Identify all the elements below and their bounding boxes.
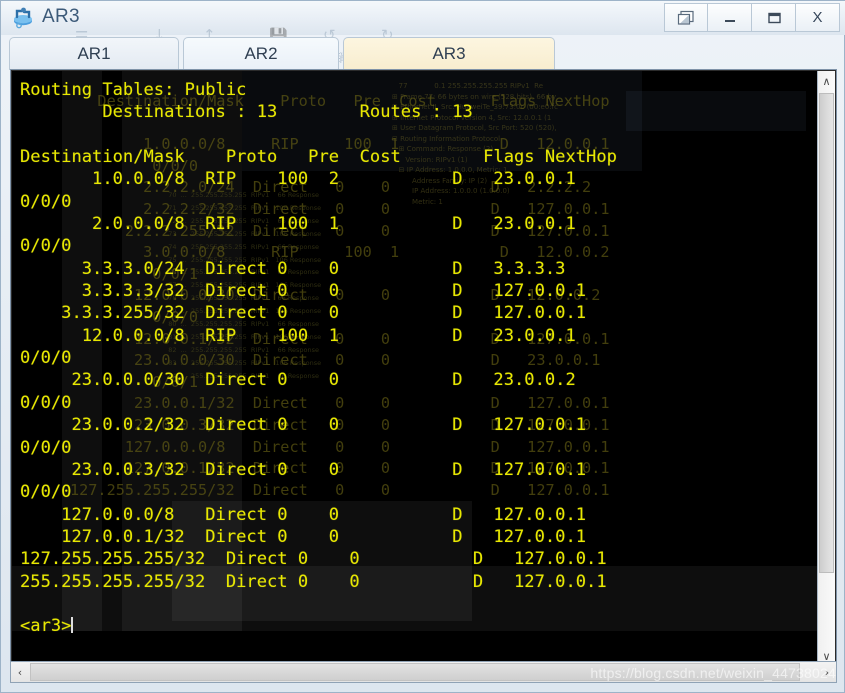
terminal-frame: Destination/Mask Proto Pre Cost Flags Ne… bbox=[10, 69, 837, 667]
table-row: 3.3.3.3/32 Direct 0 0 D 127.0.0.1 bbox=[20, 281, 586, 301]
route-line-10: 127.0.0.1/32 Direct 0 0 D 127.0.0.1 bbox=[20, 526, 587, 547]
route-line-9: 127.0.0.0/8 Direct 0 0 D 127.0.0.1 bbox=[20, 504, 587, 525]
route-line-3: 3.3.3.3/32 Direct 0 0 D 127.0.0.1 bbox=[20, 281, 587, 302]
terminal-horizontal-scrollbar[interactable]: ‹ › bbox=[10, 661, 837, 683]
minimize-button[interactable] bbox=[708, 3, 752, 32]
table-row: 127.0.0.1/32 Direct 0 0 D 127.0.0.1 bbox=[20, 527, 586, 547]
routing-table-summary: Destinations : 13 Routes : 13 bbox=[20, 102, 473, 123]
tab-ar1[interactable]: AR1 bbox=[9, 37, 179, 70]
tab-ar2[interactable]: AR2 bbox=[183, 37, 339, 70]
maximize-button[interactable] bbox=[752, 3, 796, 32]
scroll-left-icon[interactable]: ‹ bbox=[11, 662, 29, 682]
route-line-4: 3.3.3.255/32 Direct 0 0 D 127.0.0.1 bbox=[20, 303, 587, 324]
route-interface-0: 0/0/0 bbox=[20, 191, 72, 212]
tab-ar2-label: AR2 bbox=[244, 44, 278, 63]
window-controls: X bbox=[664, 3, 840, 32]
route-line-2: 3.3.3.0/24 Direct 0 0 D 3.3.3.3 bbox=[20, 258, 566, 279]
route-line-7: 23.0.0.2/32 Direct 0 0 D 127.0.0.1 bbox=[20, 415, 587, 436]
route-line-11: 127.255.255.255/32 Direct 0 0 D 127.0.0.… bbox=[20, 549, 607, 570]
table-row: 3.3.3.0/24 Direct 0 0 D 3.3.3.3 bbox=[20, 258, 566, 279]
route-interface-8: 0/0/0 bbox=[20, 482, 72, 503]
table-row: 127.0.0.0/8 Direct 0 0 D 127.0.0.1 bbox=[20, 505, 586, 525]
routing-table-text: Routing Tables: Public Destinations : 13… bbox=[20, 79, 819, 667]
terminal-output[interactable]: Destination/Mask Proto Pre Cost Flags Ne… bbox=[12, 71, 819, 667]
ar3-console-window: AR3 X ↓ ↑ 💾 ↺ ↻ AR1 AR2 AR3 Destination/… bbox=[0, 0, 845, 693]
table-row: 23.0.0.2/32 Direct 0 0 D 127.0.0.1 0/0/0 bbox=[20, 415, 586, 457]
route-line-12: 255.255.255.255/32 Direct 0 0 D 127.0.0.… bbox=[20, 571, 607, 592]
route-interface-6: 0/0/0 bbox=[20, 392, 72, 413]
close-icon: X bbox=[812, 9, 823, 26]
device-tab-strip: AR1 AR2 AR3 bbox=[1, 34, 845, 70]
routing-table-title: Routing Tables: Public bbox=[20, 80, 247, 100]
route-line-0: 1.0.0.0/8 RIP 100 2 D 23.0.0.1 bbox=[20, 169, 576, 190]
table-row: 3.3.3.255/32 Direct 0 0 D 127.0.0.1 bbox=[20, 303, 586, 323]
router-icon bbox=[9, 3, 37, 31]
scroll-up-icon[interactable]: ∧ bbox=[818, 71, 835, 92]
route-interface-1: 0/0/0 bbox=[20, 236, 72, 257]
table-row: 1.0.0.0/8 RIP 100 2 D 23.0.0.1 0/0/0 bbox=[20, 169, 576, 211]
table-row: 255.255.255.255/32 Direct 0 0 D 127.0.0.… bbox=[20, 572, 607, 592]
table-row: 127.255.255.255/32 Direct 0 0 D 127.0.0.… bbox=[20, 549, 607, 569]
text-caret bbox=[71, 617, 74, 634]
horizontal-scroll-thumb[interactable] bbox=[30, 663, 800, 681]
table-row: 23.0.0.3/32 Direct 0 0 D 127.0.0.1 0/0/0 bbox=[20, 460, 586, 502]
title-bar: AR3 X bbox=[1, 1, 845, 35]
tab-ar1-label: AR1 bbox=[77, 44, 111, 63]
table-row: 12.0.0.0/8 RIP 100 1 D 23.0.0.1 0/0/0 bbox=[20, 326, 576, 368]
tab-ar3-label: AR3 bbox=[432, 44, 466, 63]
route-line-8: 23.0.0.3/32 Direct 0 0 D 127.0.0.1 bbox=[20, 459, 587, 480]
scroll-right-icon[interactable]: › bbox=[818, 662, 836, 682]
route-line-5: 12.0.0.0/8 RIP 100 1 D 23.0.0.1 bbox=[20, 325, 576, 346]
table-row: 2.0.0.0/8 RIP 100 1 D 23.0.0.1 0/0/0 bbox=[20, 214, 576, 256]
route-line-6: 23.0.0.0/30 Direct 0 0 D 23.0.0.2 bbox=[20, 370, 576, 391]
route-interface-7: 0/0/0 bbox=[20, 437, 72, 458]
tab-ar3[interactable]: AR3 bbox=[343, 37, 555, 70]
route-interface-5: 0/0/0 bbox=[20, 348, 72, 369]
title-bar-left: AR3 bbox=[9, 3, 80, 31]
close-button[interactable]: X bbox=[796, 3, 840, 32]
terminal-vertical-scrollbar[interactable]: ∧ ∨ bbox=[817, 71, 835, 667]
table-row: 23.0.0.0/30 Direct 0 0 D 23.0.0.2 0/0/0 bbox=[20, 370, 576, 412]
window-title: AR3 bbox=[42, 6, 80, 27]
route-line-1: 2.0.0.0/8 RIP 100 1 D 23.0.0.1 bbox=[20, 214, 576, 235]
terminal-prompt: <ar3> bbox=[20, 616, 72, 637]
vertical-scroll-thumb[interactable] bbox=[819, 93, 834, 573]
restore-windows-button[interactable] bbox=[664, 3, 708, 32]
routing-table-column-header: Destination/Mask Proto Pre Cost Flags Ne… bbox=[20, 147, 617, 168]
